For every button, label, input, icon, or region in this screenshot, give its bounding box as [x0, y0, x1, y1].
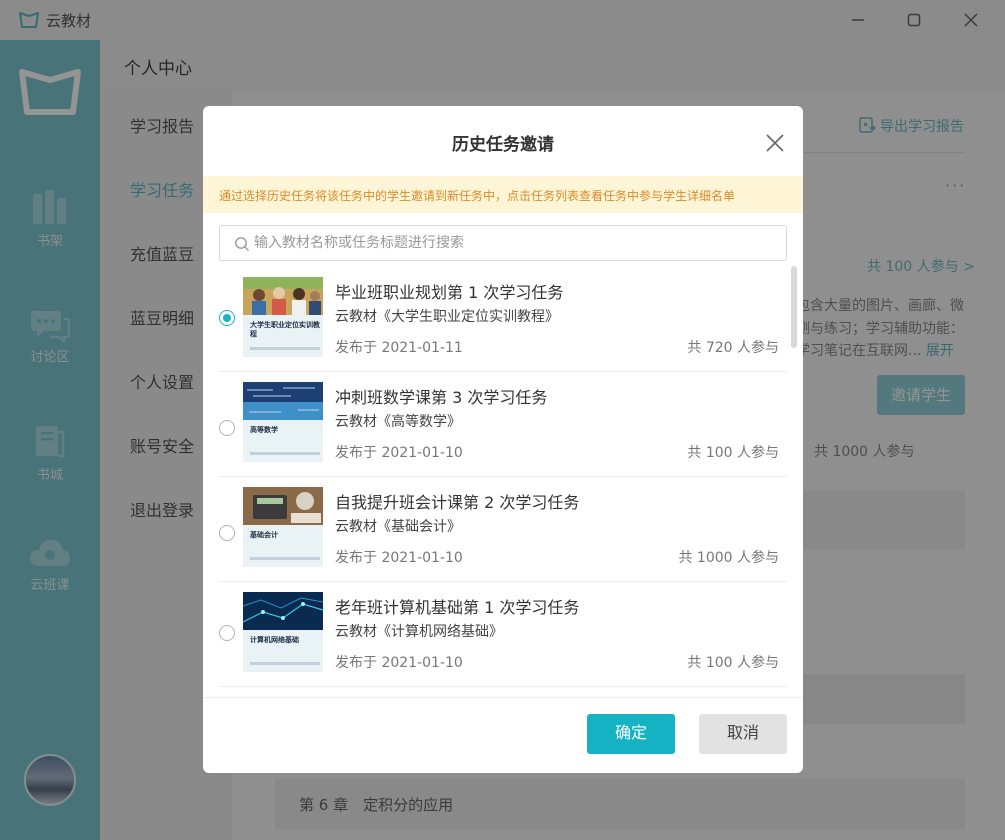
notice-banner: 通过选择历史任务将该任务中的学生邀请到新任务中，点击任务列表查看任务中参与学生详…	[203, 176, 803, 213]
cover-footer	[250, 452, 320, 455]
cover-photo	[243, 277, 323, 315]
search-input[interactable]	[254, 226, 774, 260]
task-participant-count: 共 720 人参与	[687, 340, 779, 356]
notice-text: 通过选择历史任务将该任务中的学生邀请到新任务中，点击任务列表查看任务中参与学生详…	[219, 189, 736, 203]
book-cover: 基础会计	[243, 487, 323, 567]
dialog-title: 历史任务邀请	[452, 135, 554, 155]
task-title: 毕业班职业规划第 1 次学习任务	[335, 283, 564, 302]
task-title: 老年班计算机基础第 1 次学习任务	[335, 598, 580, 617]
task-participant-count: 共 100 人参与	[687, 445, 779, 461]
book-cover: 高等数学	[243, 382, 323, 462]
task-title: 冲刺班数学课第 3 次学习任务	[335, 388, 548, 407]
confirm-button[interactable]: 确定	[587, 714, 675, 754]
task-book: 云教材《大学生职业定位实训教程》	[335, 309, 559, 325]
task-row[interactable]: 大学生职业定位实训教程 毕业班职业规划第 1 次学习任务 云教材《大学生职业定位…	[219, 267, 787, 372]
cover-title: 大学生职业定位实训教程	[250, 321, 320, 338]
search-icon	[235, 237, 249, 251]
cover-footer	[250, 662, 320, 665]
task-radio[interactable]	[219, 525, 235, 541]
cover-photo	[243, 592, 323, 630]
task-radio[interactable]	[219, 420, 235, 436]
task-date: 发布于 2021-01-10	[335, 445, 463, 461]
list-scrollbar[interactable]	[791, 266, 797, 348]
task-date: 发布于 2021-01-11	[335, 340, 463, 356]
task-date: 发布于 2021-01-10	[335, 550, 463, 566]
task-list: 大学生职业定位实训教程 毕业班职业规划第 1 次学习任务 云教材《大学生职业定位…	[203, 267, 803, 697]
task-radio[interactable]	[219, 310, 235, 326]
cover-title: 基础会计	[250, 531, 278, 539]
task-book: 云教材《高等数学》	[335, 414, 461, 430]
divider	[203, 697, 803, 698]
cover-photo	[243, 382, 323, 420]
task-title: 自我提升班会计课第 2 次学习任务	[335, 493, 580, 512]
history-task-invite-dialog: 历史任务邀请 通过选择历史任务将该任务中的学生邀请到新任务中，点击任务列表查看任…	[203, 106, 803, 773]
task-row[interactable]: 高等数学 冲刺班数学课第 3 次学习任务 云教材《高等数学》 发布于 2021-…	[219, 372, 787, 477]
task-book: 云教材《基础会计》	[335, 519, 461, 535]
cancel-button[interactable]: 取消	[699, 714, 787, 754]
task-radio[interactable]	[219, 625, 235, 641]
task-date: 发布于 2021-01-10	[335, 655, 463, 671]
cover-footer	[250, 557, 320, 560]
cover-photo	[243, 487, 323, 525]
task-participant-count: 共 100 人参与	[687, 655, 779, 671]
search-box[interactable]	[219, 225, 787, 261]
cover-title: 高等数学	[250, 426, 278, 434]
task-book: 云教材《计算机网络基础》	[335, 624, 503, 640]
book-cover: 计算机网络基础	[243, 592, 323, 672]
cover-footer	[250, 347, 320, 350]
book-cover: 大学生职业定位实训教程	[243, 277, 323, 357]
task-row[interactable]: 计算机网络基础 老年班计算机基础第 1 次学习任务 云教材《计算机网络基础》 发…	[219, 582, 787, 687]
task-participant-count: 共 1000 人参与	[678, 550, 779, 566]
task-row[interactable]: 基础会计 自我提升班会计课第 2 次学习任务 云教材《基础会计》 发布于 202…	[219, 477, 787, 582]
cover-title: 计算机网络基础	[250, 636, 299, 644]
close-icon[interactable]	[765, 133, 785, 153]
